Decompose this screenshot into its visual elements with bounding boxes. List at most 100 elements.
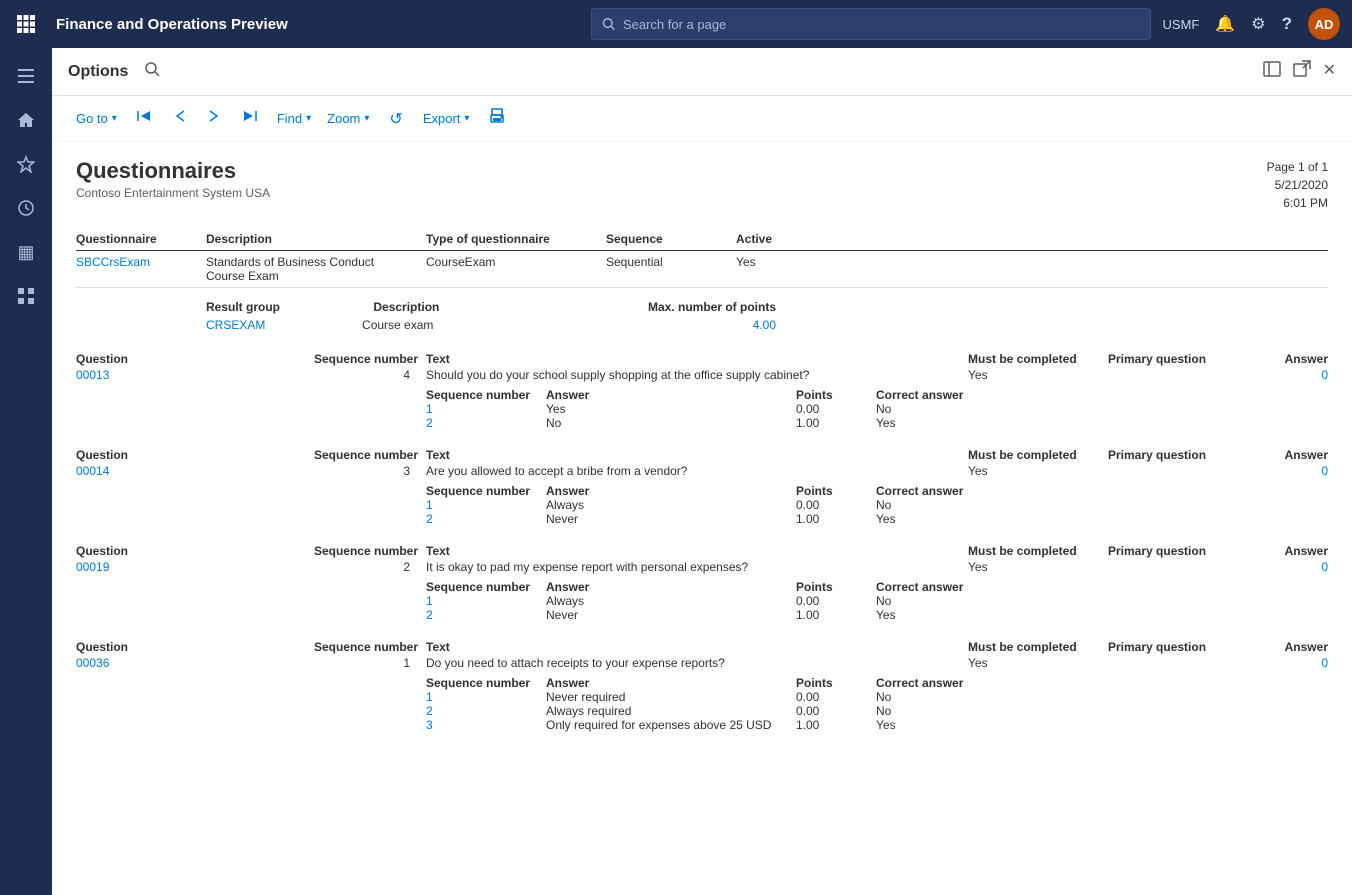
q-must-cell: Yes <box>968 656 1108 670</box>
app-grid-icon[interactable] <box>12 10 40 38</box>
ans-points-hdr: Points <box>796 676 876 690</box>
ans-points-hdr: Points <box>796 388 876 402</box>
find-button[interactable]: Find ▾ <box>277 111 311 126</box>
q-col-spacer <box>606 448 968 462</box>
answer-row: 2 Never 1.00 Yes <box>76 608 1328 622</box>
ans-answer-hdr: Answer <box>546 484 796 498</box>
zoom-button[interactable]: Zoom ▾ <box>327 111 369 126</box>
export-button[interactable]: Export ▾ <box>423 111 470 126</box>
ans-correct: Yes <box>876 718 1328 732</box>
ans-seq: 2 <box>426 608 546 622</box>
ans-seq-hdr: Sequence number <box>426 580 546 594</box>
q-col-spacer <box>606 640 968 654</box>
ans-correct: Yes <box>876 416 1328 430</box>
report-subtitle: Contoso Entertainment System USA <box>76 186 270 200</box>
questionnaire-id: SBCCrsExam <box>76 251 206 288</box>
active-cell: Yes <box>736 251 816 288</box>
ans-seq: 2 <box>426 704 546 718</box>
answer-row: 1 Yes 0.00 No <box>76 402 1328 416</box>
ans-seq: 3 <box>426 718 546 732</box>
question-header: Question Sequence number Text Must be co… <box>76 630 1328 656</box>
q-text-cell: Should you do your school supply shoppin… <box>426 368 968 382</box>
last-page-button[interactable] <box>239 109 261 128</box>
q-primary-cell <box>1108 464 1248 478</box>
popout-icon[interactable] <box>1293 60 1311 83</box>
app-title: Finance and Operations Preview <box>52 16 579 33</box>
sidebar-item-recent[interactable] <box>6 188 46 228</box>
sequence-cell: Sequential <box>606 251 736 288</box>
top-navigation: Finance and Operations Preview USMF 🔔 ⚙ … <box>0 0 1352 48</box>
q-id-cell: 00036 <box>76 656 206 670</box>
options-search-icon[interactable] <box>144 61 160 82</box>
sidebar-item-favorites[interactable] <box>6 144 46 184</box>
next-page-button[interactable] <box>205 109 223 128</box>
ans-answer: Always <box>546 498 796 512</box>
ans-seq: 1 <box>426 402 546 416</box>
sidebar-item-modules[interactable] <box>6 276 46 316</box>
ans-answer: Always required <box>546 704 796 718</box>
report-header: Questionnaires Contoso Entertainment Sys… <box>76 158 1328 212</box>
q-col-answer: Answer <box>1248 544 1328 558</box>
q-id-cell: 00013 <box>76 368 206 382</box>
notification-icon[interactable]: 🔔 <box>1215 14 1235 34</box>
q-primary-cell <box>1108 656 1248 670</box>
q-col-primary: Primary question <box>1108 352 1248 366</box>
report-time: 6:01 PM <box>1267 194 1328 212</box>
table-header-row: Questionnaire Description Type of questi… <box>76 228 1328 251</box>
questionnaire-link[interactable]: SBCCrsExam <box>76 255 150 269</box>
question-block: Question Sequence number Text Must be co… <box>76 342 1328 430</box>
print-button[interactable] <box>485 108 509 129</box>
sidebar-item-menu[interactable] <box>6 56 46 96</box>
ans-points: 1.00 <box>796 416 876 430</box>
q-must-cell: Yes <box>968 464 1108 478</box>
ans-points-hdr: Points <box>796 580 876 594</box>
avatar[interactable]: AD <box>1308 8 1340 40</box>
panel-icon[interactable] <box>1263 60 1281 83</box>
first-page-button[interactable] <box>133 109 155 128</box>
q-answer-cell: 0 <box>1248 464 1328 478</box>
sidebar-item-workspaces[interactable]: ▦ <box>6 232 46 272</box>
ans-seq-hdr: Sequence number <box>426 676 546 690</box>
question-block: Question Sequence number Text Must be co… <box>76 438 1328 526</box>
sidebar-item-home[interactable] <box>6 100 46 140</box>
close-icon[interactable]: ✕ <box>1323 60 1336 83</box>
result-group-desc: Course exam <box>362 318 433 332</box>
question-header: Question Sequence number Text Must be co… <box>76 342 1328 368</box>
settings-icon[interactable]: ⚙ <box>1251 14 1265 34</box>
ans-points-hdr: Points <box>796 484 876 498</box>
refresh-button[interactable]: ↺ <box>385 109 406 129</box>
answer-row: 2 No 1.00 Yes <box>76 416 1328 430</box>
ans-correct: No <box>876 594 1328 608</box>
q-answer-cell: 0 <box>1248 656 1328 670</box>
table-row: SBCCrsExam Standards of Business Conduct… <box>76 251 1328 288</box>
ans-correct-hdr: Correct answer <box>876 676 1328 690</box>
help-icon[interactable]: ? <box>1282 14 1292 34</box>
prev-page-button[interactable] <box>171 109 189 128</box>
search-input[interactable] <box>623 17 1140 32</box>
q-col-question: Question <box>76 640 206 654</box>
questions-container: Question Sequence number Text Must be co… <box>76 342 1328 732</box>
goto-button[interactable]: Go to ▾ <box>76 111 117 126</box>
answer-col-header: Sequence number Answer Points Correct an… <box>76 480 1328 498</box>
ans-points: 0.00 <box>796 690 876 704</box>
answer-col-header: Sequence number Answer Points Correct an… <box>76 672 1328 690</box>
report-table: Questionnaire Description Type of questi… <box>76 228 1328 334</box>
answer-col-header: Sequence number Answer Points Correct an… <box>76 576 1328 594</box>
ans-points: 1.00 <box>796 718 876 732</box>
q-col-spacer <box>606 544 968 558</box>
result-group-data-row: CRSEXAM Course exam 4.00 <box>76 316 1328 334</box>
search-bar[interactable] <box>591 8 1151 40</box>
q-col-seq: Sequence number <box>206 640 426 654</box>
sidebar: ▦ <box>0 48 52 895</box>
ans-seq: 2 <box>426 512 546 526</box>
result-group-label: Result group Description <box>206 288 606 317</box>
ans-answer-hdr: Answer <box>546 580 796 594</box>
question-block: Question Sequence number Text Must be co… <box>76 534 1328 622</box>
q-seqnum-cell: 1 <box>206 656 426 670</box>
ans-answer-hdr: Answer <box>546 388 796 402</box>
answer-row: 2 Never 1.00 Yes <box>76 512 1328 526</box>
q-col-spacer <box>606 352 968 366</box>
description-cell: Standards of Business Conduct Course Exa… <box>206 251 426 288</box>
result-group-id[interactable]: CRSEXAM <box>206 318 265 332</box>
ans-points: 0.00 <box>796 594 876 608</box>
